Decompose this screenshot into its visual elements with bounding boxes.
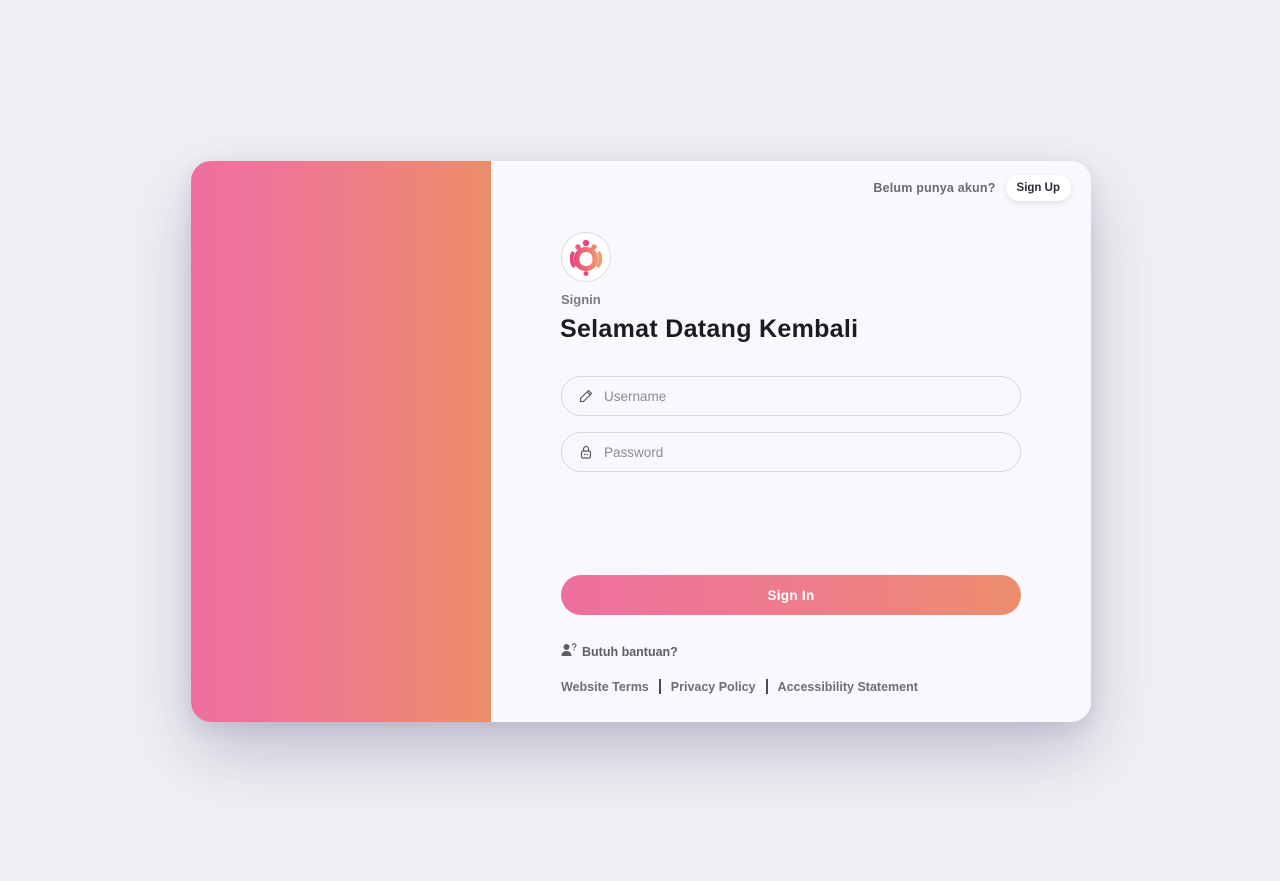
username-input[interactable] [604, 377, 1020, 415]
family-logo-icon [569, 239, 603, 276]
help-link-label: Butuh bantuan? [582, 644, 678, 659]
password-field[interactable] [561, 432, 1021, 472]
app-logo [561, 232, 611, 282]
signin-eyebrow: Signin [561, 292, 601, 307]
form-panel: Belum punya akun? Sign Up Signin Selamat… [491, 161, 1091, 722]
hero-gradient-panel [191, 161, 491, 722]
signup-button[interactable]: Sign Up [1005, 175, 1071, 201]
username-field[interactable] [561, 376, 1021, 416]
footer-links: Website Terms Privacy Policy Accessibili… [561, 679, 918, 694]
footer-divider [658, 679, 661, 694]
accessibility-statement-link[interactable]: Accessibility Statement [778, 680, 918, 694]
pencil-icon [578, 388, 594, 404]
page-title: Selamat Datang Kembali [560, 315, 859, 343]
user-question-icon [561, 643, 577, 660]
website-terms-link[interactable]: Website Terms [561, 680, 649, 694]
privacy-policy-link[interactable]: Privacy Policy [671, 680, 756, 694]
signin-button[interactable]: Sign In [561, 575, 1021, 615]
help-link[interactable]: Butuh bantuan? [561, 643, 678, 660]
password-input[interactable] [604, 433, 1020, 471]
signup-prompt: Belum punya akun? Sign Up [873, 175, 1071, 201]
login-card: Belum punya akun? Sign Up Signin Selamat… [191, 161, 1091, 722]
footer-divider [765, 679, 768, 694]
lock-icon [578, 444, 594, 460]
signup-prompt-text: Belum punya akun? [873, 181, 996, 195]
